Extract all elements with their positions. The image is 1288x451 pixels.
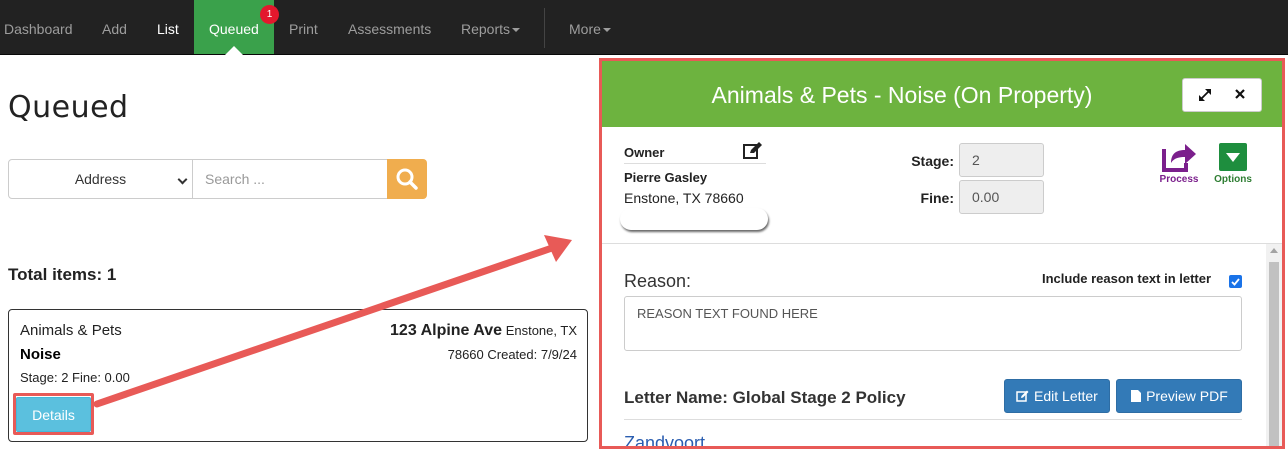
fine-field: 0.00: [959, 180, 1044, 214]
search-row: Address: [8, 159, 427, 199]
options-label[interactable]: Options: [1210, 174, 1256, 185]
nav-queued-label: Queued: [209, 21, 259, 37]
card-category: Animals & Pets: [20, 322, 122, 339]
owner-label: Owner: [624, 145, 665, 160]
modal-body: Reason: Include reason text in letter RE…: [602, 244, 1282, 446]
zandvoort-link[interactable]: Zandvoort: [624, 433, 705, 446]
total-items: Total items: 1: [8, 265, 117, 284]
nav-more[interactable]: More: [569, 0, 611, 55]
letter-name: Letter Name: Global Stage 2 Policy: [624, 388, 906, 407]
edit-letter-button[interactable]: Edit Letter: [1004, 379, 1110, 413]
caret-down-icon: [602, 28, 611, 33]
reason-textarea[interactable]: REASON TEXT FOUND HERE: [624, 296, 1242, 351]
queued-count-badge: 1: [260, 5, 279, 24]
modal-summary: Owner Pierre Gasley Enstone, TX 78660 St…: [602, 127, 1282, 244]
nav-reports-label: Reports: [461, 21, 511, 37]
pdf-file-icon: [1131, 390, 1142, 402]
process-label[interactable]: Process: [1156, 174, 1202, 185]
include-reason-checkbox[interactable]: [1229, 275, 1242, 288]
owner-divider: [624, 163, 766, 164]
nav-assessments[interactable]: Assessments: [348, 0, 431, 55]
nav-more-label: More: [569, 21, 601, 37]
search-icon: [396, 168, 418, 190]
owner-pill: [620, 208, 768, 230]
details-annotation-box: [13, 393, 94, 435]
nav-list[interactable]: List: [157, 0, 179, 55]
reason-label: Reason:: [624, 271, 692, 291]
card-street: 123 Alpine Ave: [390, 322, 503, 339]
modal-controls: [1182, 78, 1262, 112]
chevron-down-icon: [177, 174, 188, 185]
nav-divider: [544, 8, 545, 48]
page-title: Queued: [8, 90, 129, 125]
search-button[interactable]: [387, 159, 427, 199]
nav-print[interactable]: Print: [289, 0, 318, 55]
app-root: Dashboard Add List Queued 1 Print Assess…: [0, 0, 1288, 451]
checkmark-icon: [1231, 278, 1240, 286]
violation-detail-modal: Animals & Pets - Noise (On Property) Own…: [599, 58, 1285, 449]
nav-reports[interactable]: Reports: [461, 0, 521, 55]
search-field-select[interactable]: Address: [8, 159, 193, 199]
close-icon[interactable]: [1223, 79, 1259, 111]
card-address: 123 Alpine Ave Enstone, TX: [390, 322, 577, 340]
card-zip-created: 78660 Created: 7/9/24: [447, 347, 577, 362]
nav-dashboard[interactable]: Dashboard: [4, 0, 73, 55]
fine-label: Fine:: [920, 190, 954, 206]
owner-city: Enstone, TX 78660: [624, 190, 744, 206]
card-stage-fine: Stage: 2 Fine: 0.00: [20, 370, 130, 385]
preview-pdf-button[interactable]: Preview PDF: [1116, 379, 1242, 413]
edit-letter-label: Edit Letter: [1034, 388, 1098, 404]
nav-add[interactable]: Add: [102, 0, 127, 55]
stage-label: Stage:: [911, 153, 954, 169]
modal-scrollbar[interactable]: [1266, 244, 1282, 446]
include-reason-label: Include reason text in letter: [1042, 271, 1212, 286]
edit-icon: [1016, 390, 1029, 402]
expand-icon[interactable]: [1187, 79, 1223, 111]
select-value: Address: [74, 171, 127, 187]
active-tab-notch: [225, 46, 243, 55]
scroll-thumb[interactable]: [1269, 262, 1279, 446]
process-icon[interactable]: [1159, 141, 1199, 173]
top-navbar: Dashboard Add List Queued 1 Print Assess…: [0, 0, 1288, 55]
queued-item-card: Animals & Pets Noise Stage: 2 Fine: 0.00…: [8, 309, 588, 442]
owner-name: Pierre Gasley: [624, 170, 708, 185]
caret-down-icon: [512, 28, 521, 33]
options-icon[interactable]: [1219, 143, 1247, 171]
search-input[interactable]: [192, 159, 388, 199]
card-city: Enstone, TX: [505, 323, 577, 338]
card-subcategory: Noise: [20, 346, 61, 363]
stage-field: 2: [959, 143, 1044, 177]
preview-pdf-label: Preview PDF: [1146, 388, 1228, 404]
modal-header: Animals & Pets - Noise (On Property): [602, 61, 1282, 127]
modal-title: Animals & Pets - Noise (On Property): [711, 82, 1093, 108]
edit-owner-icon[interactable]: [742, 140, 764, 162]
scroll-up-arrow-icon[interactable]: [1270, 248, 1278, 253]
letter-divider: [624, 419, 1242, 420]
